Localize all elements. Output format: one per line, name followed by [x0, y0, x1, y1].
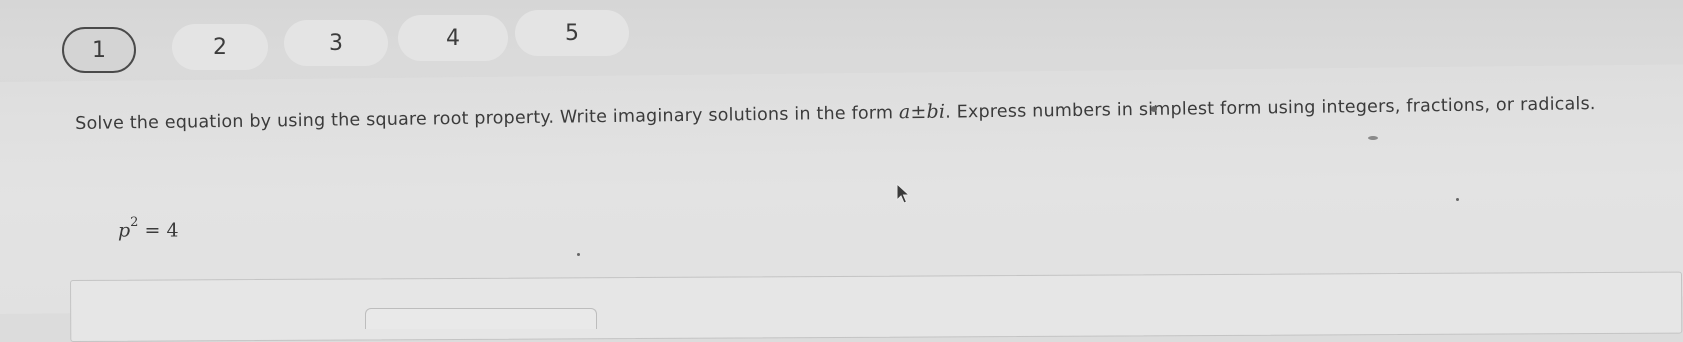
screen-speck [1368, 136, 1378, 140]
answer-area[interactable] [70, 271, 1683, 342]
question-nav-button-1[interactable]: 1 [62, 27, 136, 73]
arrow-cursor-icon [896, 182, 912, 209]
imaginary-form-expression: a±bi [898, 100, 946, 124]
question-nav-label: 2 [213, 34, 227, 60]
screen-speck [1151, 106, 1157, 112]
question-nav-button-3[interactable]: 3 [284, 20, 388, 66]
equation-exponent: 2 [130, 215, 139, 230]
instructions-text-2: . Express numbers in simplest form using… [945, 94, 1596, 123]
question-nav-button-5[interactable]: 5 [515, 10, 629, 56]
question-nav-button-4[interactable]: 4 [398, 15, 508, 61]
screen-speck [1456, 198, 1459, 201]
equation: p2 = 4 [118, 215, 179, 242]
question-nav-button-2[interactable]: 2 [172, 24, 268, 70]
equation-rhs: = 4 [144, 219, 179, 242]
screen-speck [577, 253, 580, 256]
instructions-text-1: Solve the equation by using the square r… [75, 103, 900, 134]
answer-choice-tab[interactable] [365, 308, 597, 329]
question-nav-label: 3 [329, 30, 343, 56]
equation-variable: p [118, 219, 131, 242]
question-nav-label: 4 [446, 25, 460, 51]
question-nav-label: 1 [92, 37, 106, 63]
question-nav-label: 5 [565, 20, 579, 46]
